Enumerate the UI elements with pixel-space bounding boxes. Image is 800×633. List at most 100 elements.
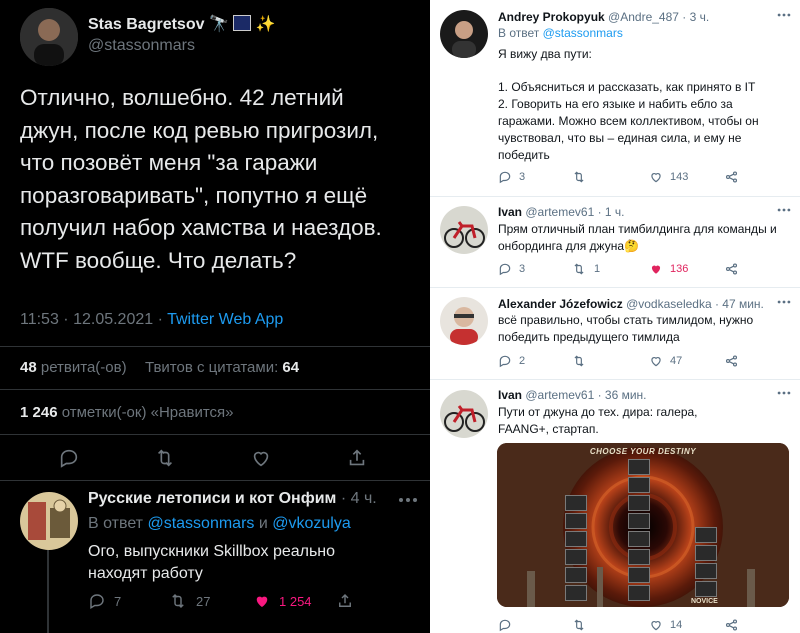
reply-author-name[interactable]: Русские летописи и кот Онфим [88, 490, 336, 507]
more-icon[interactable] [777, 12, 791, 18]
tweet-time: 11:53 · 12.05.2021 · [20, 311, 163, 328]
reply-count: 3 [519, 263, 526, 275]
reply-text-line-3: 2. Говорить на его языке и набить ебло з… [498, 97, 759, 162]
reply-text: Пути от джуна до тех. дира: галера, FAAN… [498, 405, 698, 436]
author-avatar[interactable] [20, 8, 78, 66]
reply-icon[interactable]: 3 [498, 170, 525, 184]
galaxy-icon [233, 15, 252, 31]
reply-avatar[interactable] [440, 297, 488, 345]
reply-text: Прям отличный план тимбилдинга для коман… [498, 222, 777, 253]
author-name[interactable]: Stas Bagretsov 🔭 ✨ [88, 14, 276, 34]
character-slot [628, 531, 650, 547]
reply-icon[interactable]: 7 [88, 592, 121, 610]
more-icon[interactable] [398, 496, 418, 504]
retweets-label[interactable]: ретвита(-ов) [41, 359, 127, 376]
like-icon[interactable]: 136 [649, 262, 688, 276]
reply-icon[interactable] [58, 447, 80, 469]
retweet-icon[interactable] [153, 447, 177, 469]
character-slot [628, 495, 650, 511]
reply-author-name[interactable]: Andrey Prokopyuk [498, 10, 605, 24]
reply-meta[interactable]: @artemev61 · 36 мин. [525, 388, 646, 402]
reply-header: Русские летописи и кот Онфим · 4 ч. [88, 490, 377, 508]
reply-avatar[interactable] [440, 206, 488, 254]
retweet-icon[interactable] [571, 618, 587, 632]
reply-to-link[interactable]: @stassonmars [543, 26, 623, 40]
reply-icon[interactable]: 2 [498, 354, 525, 368]
likes-count: 1 246 [20, 404, 58, 421]
tweet-timestamp: 11:53 · 12.05.2021 · Twitter Web App [20, 311, 283, 329]
reply-meta[interactable]: @vodkaseledka · 47 мин. [626, 297, 764, 311]
author-name-text: Stas Bagretsov [88, 16, 205, 33]
author-handle[interactable]: @stassonmars [88, 37, 195, 55]
reply-author-name[interactable]: Alexander Józefowicz [498, 297, 623, 311]
like-icon[interactable] [250, 447, 272, 469]
reply-avatar[interactable] [20, 492, 78, 550]
retweet-icon[interactable]: 27 [168, 592, 210, 610]
more-icon[interactable] [777, 299, 791, 305]
retweet-icon[interactable] [571, 354, 594, 368]
reply-author-name[interactable]: Ivan [498, 388, 522, 402]
character-slot [565, 531, 587, 547]
like-icon[interactable]: 47 [649, 354, 682, 368]
reply-text-line-2: 1. Объясниться и рассказать, как принято… [498, 80, 756, 94]
reply-meta[interactable]: @artemev61 · 1 ч. [525, 205, 624, 219]
reply-meta[interactable]: @Andre_487 · 3 ч. [608, 10, 709, 24]
reply-text-line-1: Я вижу два пути: [498, 47, 592, 61]
attached-image[interactable]: CHOOSE YOUR DESTINY NOVICE [497, 443, 789, 607]
telescope-icon: 🔭 [208, 16, 229, 33]
more-icon[interactable] [777, 390, 791, 396]
share-icon[interactable] [724, 170, 739, 184]
share-icon[interactable] [724, 354, 739, 368]
like-count: 136 [670, 263, 689, 275]
replies-panel: Andrey Prokopyuk @Andre_487 · 3 ч. В отв… [430, 0, 800, 633]
character-slot [628, 585, 650, 601]
reply-header: Andrey Prokopyuk @Andre_487 · 3 ч. [498, 10, 709, 24]
share-icon[interactable] [336, 592, 354, 610]
like-count: 1 254 [279, 593, 312, 609]
reply-avatar[interactable] [440, 390, 488, 438]
like-icon[interactable]: 14 [649, 618, 682, 632]
more-icon[interactable] [777, 207, 791, 213]
character-slot [628, 477, 650, 493]
reply-prefix: В ответ [88, 515, 144, 532]
character-slot [628, 567, 650, 583]
reply-time[interactable]: · 4 ч. [341, 490, 377, 507]
retweet-icon[interactable] [571, 170, 594, 184]
tweet-client-link[interactable]: Twitter Web App [167, 311, 283, 328]
reply-icon[interactable]: 3 [498, 262, 525, 276]
share-icon[interactable] [724, 618, 739, 632]
divider [430, 287, 800, 288]
reply-to-line: В ответ @stassonmars и @vkozulya [88, 515, 351, 533]
likes-label: отметки(-ок) «Нравится» [61, 404, 234, 421]
reply-header: Alexander Józefowicz @vodkaseledka · 47 … [498, 297, 764, 311]
retweet-count: 27 [196, 593, 211, 609]
reply-icon[interactable] [498, 618, 512, 632]
reply-count: 2 [519, 355, 526, 367]
retweet-count: 1 [594, 263, 601, 275]
character-slot [565, 567, 587, 583]
tweet-stats-likes[interactable]: 1 246 отметки(-ок) «Нравится» [20, 404, 234, 421]
character-slot [628, 459, 650, 475]
retweets-count[interactable]: 48 [20, 359, 37, 376]
character-slot [695, 545, 717, 561]
reply-text: Ого, выпускники Skillbox реально находят… [88, 543, 336, 582]
like-icon[interactable]: 143 [649, 170, 688, 184]
share-icon[interactable] [346, 447, 368, 469]
tweet-text: Отлично, волшебно. 42 летний джун, после… [20, 85, 382, 273]
reply-to-link-2[interactable]: @vkozulya [272, 515, 351, 532]
like-count: 143 [670, 171, 689, 183]
reply-author-name[interactable]: Ivan [498, 205, 522, 219]
divider [0, 434, 430, 435]
character-slot [565, 549, 587, 565]
reply-avatar[interactable] [440, 10, 488, 58]
reply-to-line: В ответ @stassonmars [498, 26, 623, 40]
share-icon[interactable] [724, 262, 739, 276]
retweet-icon[interactable]: 1 [571, 262, 600, 276]
like-icon[interactable]: 1 254 [253, 592, 312, 610]
character-slot [628, 513, 650, 529]
reply-text: всё правильно, чтобы стать тимлидом, нуж… [498, 313, 754, 344]
reply-to-link-1[interactable]: @stassonmars [147, 515, 254, 532]
quotes-label[interactable]: Твитов с цитатами: [145, 359, 278, 376]
quotes-count[interactable]: 64 [282, 359, 299, 376]
image-bottom-label: NOVICE [691, 598, 718, 605]
